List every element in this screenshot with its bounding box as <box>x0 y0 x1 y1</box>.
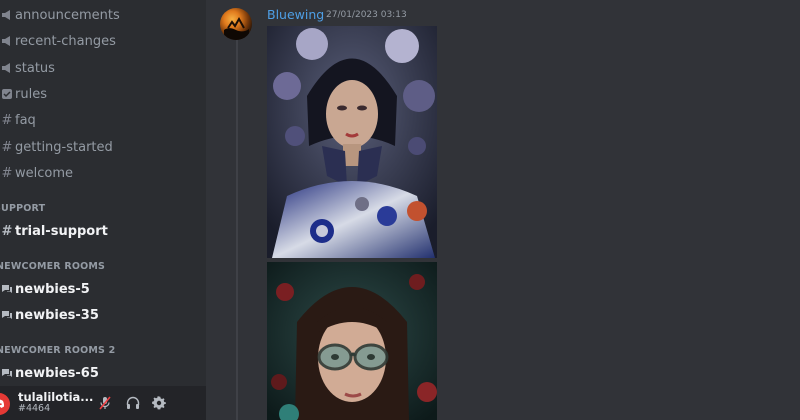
channel-trial-support[interactable]: # trial-support <box>0 218 200 244</box>
message-timestamp: 27/01/2023 03:13 <box>326 10 407 20</box>
channel-label: faq <box>15 112 36 128</box>
channel-label: newbies-65 <box>15 365 99 381</box>
rules-icon <box>0 88 14 100</box>
channel-label: newbies-35 <box>15 307 99 323</box>
megaphone-icon <box>0 9 14 21</box>
gear-icon <box>152 396 166 410</box>
avatar-image <box>224 16 249 40</box>
mic-muted-icon <box>99 396 111 410</box>
megaphone-icon <box>0 62 14 74</box>
portrait-woman-glasses <box>267 262 437 420</box>
channel-label: status <box>15 60 55 76</box>
channel-label: getting-started <box>15 139 113 155</box>
user-settings-button[interactable] <box>150 394 168 412</box>
hash-icon: # <box>1 112 13 128</box>
channel-label: welcome <box>15 165 74 181</box>
category-label: NEWCOMER ROOMS <box>0 261 106 272</box>
channel-announcements[interactable]: announcements <box>0 2 200 28</box>
deafen-button[interactable] <box>124 394 142 412</box>
channel-recent-changes[interactable]: recent-changes <box>0 28 200 54</box>
message-author[interactable]: Bluewing <box>267 7 324 22</box>
channel-label: trial-support <box>15 223 108 239</box>
discord-logo-icon <box>0 399 5 408</box>
user-tag: #4464 <box>18 403 51 414</box>
megaphone-icon <box>0 35 14 47</box>
channel-rules[interactable]: rules <box>0 81 200 107</box>
category-label: NEWCOMER ROOMS 2 <box>0 345 116 356</box>
username: tulalilotia... <box>18 390 94 404</box>
channel-welcome[interactable]: # welcome <box>0 160 200 186</box>
portrait-woman-flowers <box>267 26 437 258</box>
reply-thread-line <box>236 34 238 420</box>
avatar[interactable] <box>0 393 10 415</box>
hash-icon: # <box>1 165 13 181</box>
channel-getting-started[interactable]: # getting-started <box>0 134 200 160</box>
headphones-icon <box>126 396 140 409</box>
channel-faq[interactable]: # faq <box>0 107 200 133</box>
threads-icon <box>0 283 14 295</box>
threads-icon <box>0 367 14 379</box>
image-attachment[interactable] <box>267 262 437 420</box>
threads-icon <box>0 309 14 321</box>
hash-icon: # <box>1 139 13 155</box>
hash-icon: # <box>1 223 13 239</box>
channel-sidebar: announcements recent-changes status rule… <box>0 0 206 420</box>
channel-newbies-5[interactable]: newbies-5 <box>0 276 200 302</box>
category-newcomer-rooms[interactable]: NEWCOMER ROOMS <box>0 261 105 272</box>
image-attachment[interactable] <box>267 26 437 258</box>
channel-newbies-65[interactable]: newbies-65 <box>0 360 200 386</box>
channel-label: announcements <box>15 7 120 23</box>
channel-label: recent-changes <box>15 33 116 49</box>
category-label: SUPPORT <box>0 203 46 214</box>
channel-label: newbies-5 <box>15 281 90 297</box>
author-avatar[interactable] <box>220 8 252 40</box>
channel-status[interactable]: status <box>0 55 200 81</box>
category-support[interactable]: SUPPORT <box>0 203 45 214</box>
user-panel: tulalilotia... #4464 <box>0 386 206 420</box>
channel-label: rules <box>15 86 47 102</box>
category-newcomer-rooms-2[interactable]: NEWCOMER ROOMS 2 <box>0 345 115 356</box>
channel-newbies-35[interactable]: newbies-35 <box>0 302 200 328</box>
mute-button[interactable] <box>96 394 114 412</box>
